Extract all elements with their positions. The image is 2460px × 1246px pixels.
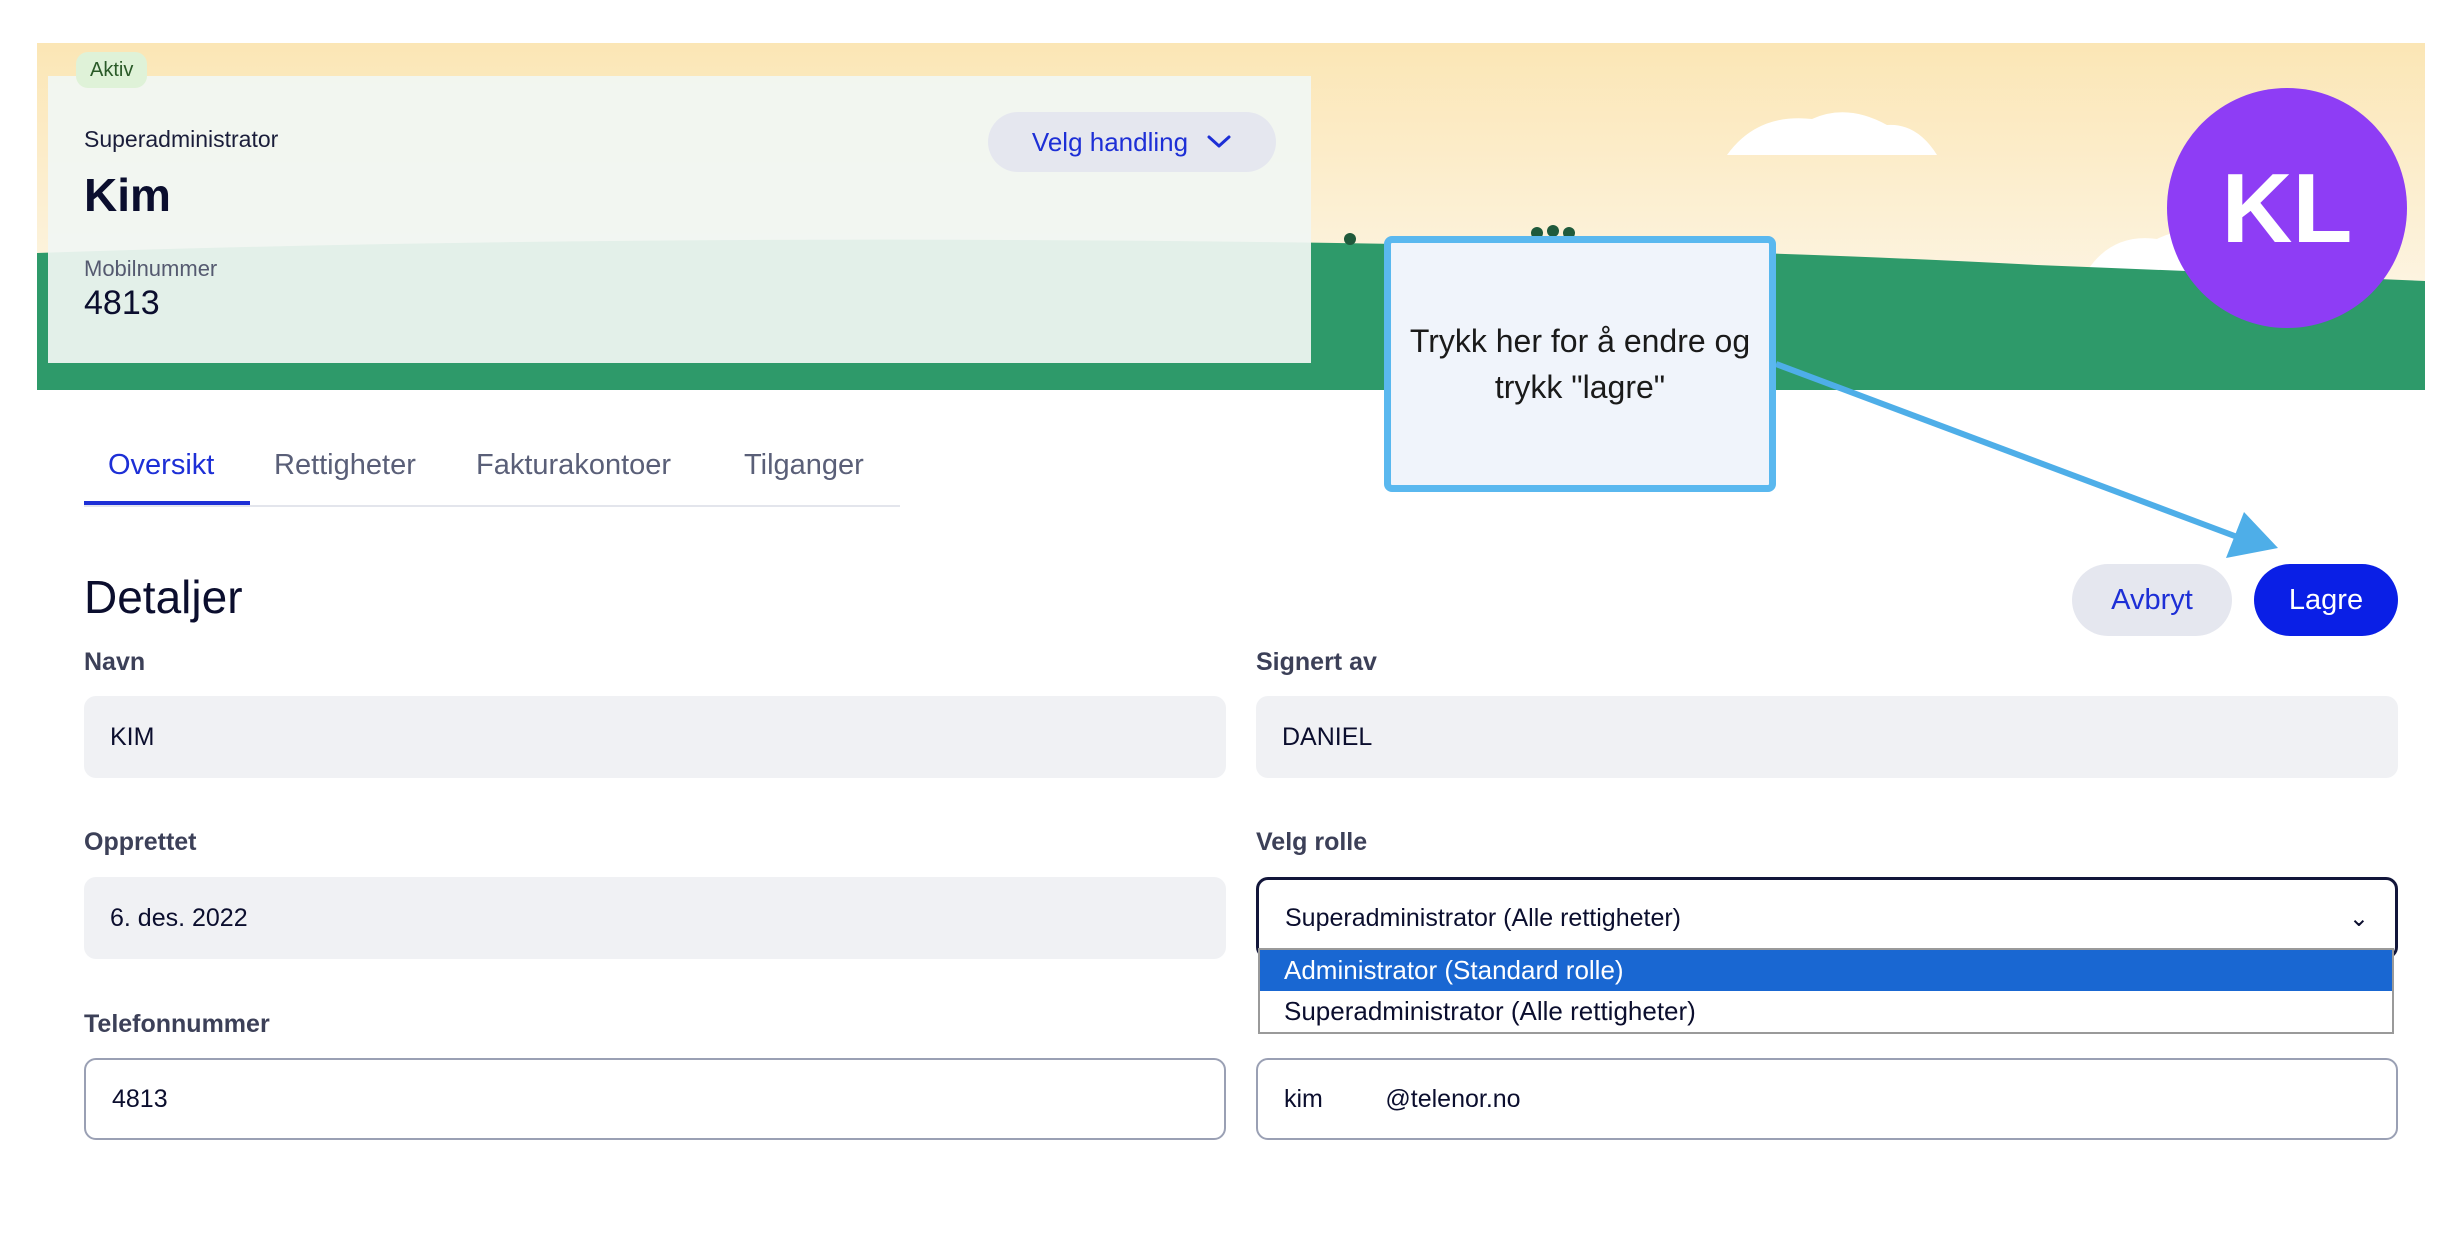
select-action-button[interactable]: Velg handling xyxy=(988,112,1276,172)
save-button[interactable]: Lagre xyxy=(2254,564,2398,636)
user-role: Superadministrator xyxy=(84,126,279,152)
mobile-number-value: 4813 xyxy=(84,284,160,322)
signed-by-label: Signert av xyxy=(1256,648,1377,676)
created-field: 6. des. 2022 xyxy=(84,877,1226,959)
role-dropdown-list: Administrator (Standard rolle) Superadmi… xyxy=(1258,948,2394,1034)
tab-rettigheter[interactable]: Rettigheter xyxy=(274,449,416,496)
status-badge: Aktiv xyxy=(76,52,148,88)
phone-label: Telefonnummer xyxy=(84,1010,270,1038)
role-select-label: Velg rolle xyxy=(1256,828,1368,856)
tab-fakturakontoer[interactable]: Fakturakontoer xyxy=(476,449,671,496)
mobile-number-label: Mobilnummer xyxy=(84,256,218,281)
name-label: Navn xyxy=(84,648,146,676)
role-select-value: Superadministrator (Alle rettigheter) xyxy=(1285,903,1681,932)
tab-oversikt[interactable]: Oversikt xyxy=(108,449,214,496)
cancel-button[interactable]: Avbryt xyxy=(2072,564,2232,636)
email-value: kim @telenor.no xyxy=(1284,1084,1521,1113)
instruction-callout: Trykk her for å endre og trykk "lagre" xyxy=(1384,236,1776,492)
chevron-down-icon: ⌄ xyxy=(2348,904,2369,932)
select-action-label: Velg handling xyxy=(1031,126,1189,157)
role-option-administrator[interactable]: Administrator (Standard rolle) xyxy=(1260,950,2392,991)
created-value: 6. des. 2022 xyxy=(110,903,248,932)
role-option-superadministrator[interactable]: Superadministrator (Alle rettigheter) xyxy=(1260,991,2392,1032)
signed-by-value: DANIEL xyxy=(1282,722,1373,751)
email-input[interactable]: kim @telenor.no xyxy=(1256,1058,2398,1140)
signed-by-field: DANIEL xyxy=(1256,696,2398,778)
avatar: KL xyxy=(2167,88,2407,328)
name-field: KIM xyxy=(84,696,1226,778)
section-title: Detaljer xyxy=(84,571,243,623)
name-value: KIM xyxy=(110,722,155,751)
phone-value: 4813 xyxy=(112,1084,168,1113)
avatar-initials: KL xyxy=(2221,152,2353,263)
tab-bar: Oversikt Rettigheter Fakturakontoer Tilg… xyxy=(84,445,900,507)
created-label: Opprettet xyxy=(84,828,197,856)
tab-tilganger[interactable]: Tilganger xyxy=(744,449,864,496)
phone-input[interactable]: 4813 xyxy=(84,1058,1226,1140)
user-name: Kim xyxy=(84,169,171,221)
role-select[interactable]: Superadministrator (Alle rettigheter) ⌄ xyxy=(1256,877,2398,959)
callout-text: Trykk her for å endre og trykk "lagre" xyxy=(1409,323,1751,405)
active-tab-indicator xyxy=(84,501,250,505)
chevron-down-icon xyxy=(1207,135,1231,148)
